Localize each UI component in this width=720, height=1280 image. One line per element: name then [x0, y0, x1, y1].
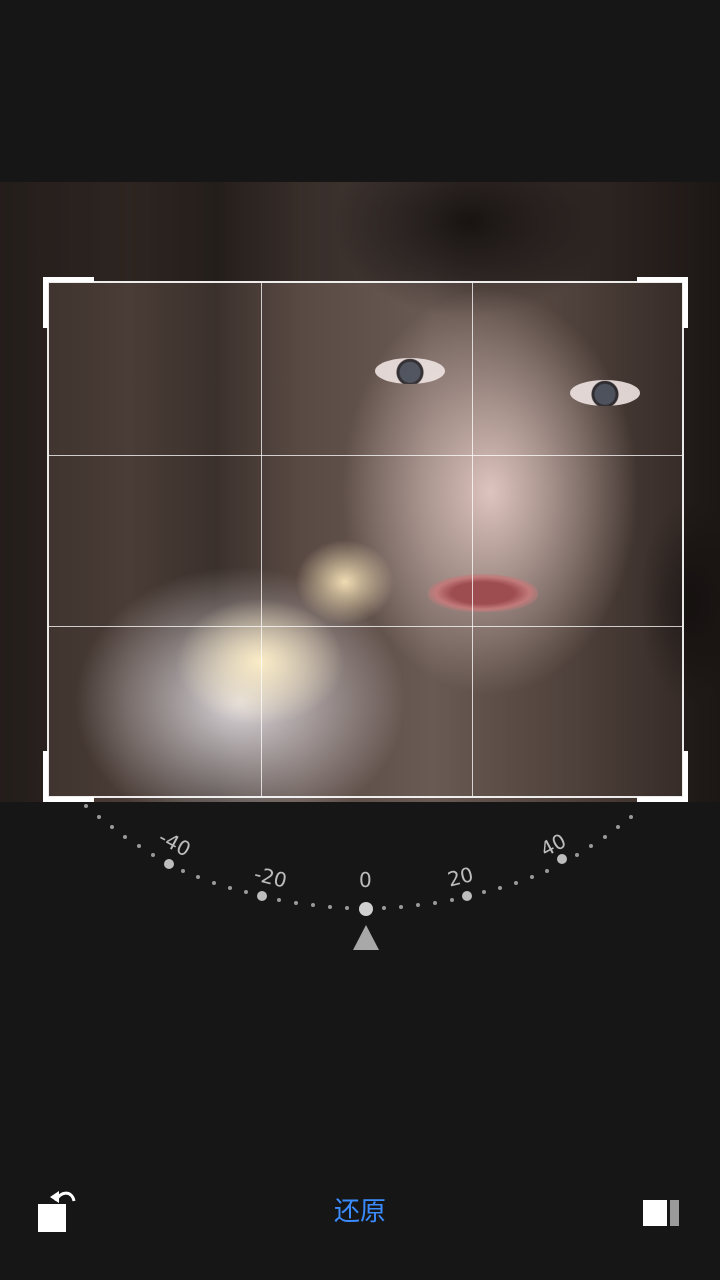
reset-button[interactable]: 还原	[310, 1192, 410, 1232]
bottom-toolbar: 还原	[0, 1170, 720, 1250]
rotate-left-icon	[38, 1191, 76, 1232]
crop-handle-bottom-right[interactable]	[637, 751, 688, 802]
dial-label: 0	[359, 868, 372, 892]
dial-major-dot	[462, 891, 472, 901]
crop-handle-top-right[interactable]	[637, 277, 688, 328]
crop-grid-line	[261, 283, 262, 796]
aspect-ratio-icon	[643, 1200, 679, 1226]
aspect-ratio-button[interactable]	[636, 1192, 686, 1232]
dial-label: -40	[155, 825, 195, 862]
crop-grid-line	[472, 283, 473, 796]
dial-major-dot	[257, 891, 267, 901]
dial-pointer-triangle-up-icon	[353, 925, 379, 950]
dial-major-dot	[164, 859, 174, 869]
crop-grid-line	[49, 626, 682, 627]
crop-mask-left	[0, 182, 47, 802]
dial-label: 20	[445, 862, 476, 891]
dial-major-dot	[359, 902, 373, 916]
crop-mask-right	[684, 182, 720, 802]
photo-crop-editor: -40 -20 0 20 40 还原	[0, 0, 720, 1280]
rotate-button[interactable]	[34, 1184, 84, 1236]
crop-handle-top-left[interactable]	[43, 277, 94, 328]
crop-grid-line	[49, 455, 682, 456]
crop-frame[interactable]	[43, 277, 688, 802]
straighten-dial[interactable]: -40 -20 0 20 40	[0, 800, 720, 960]
crop-handle-bottom-left[interactable]	[43, 751, 94, 802]
crop-mask-top	[47, 182, 684, 281]
dial-label: -20	[252, 862, 290, 893]
